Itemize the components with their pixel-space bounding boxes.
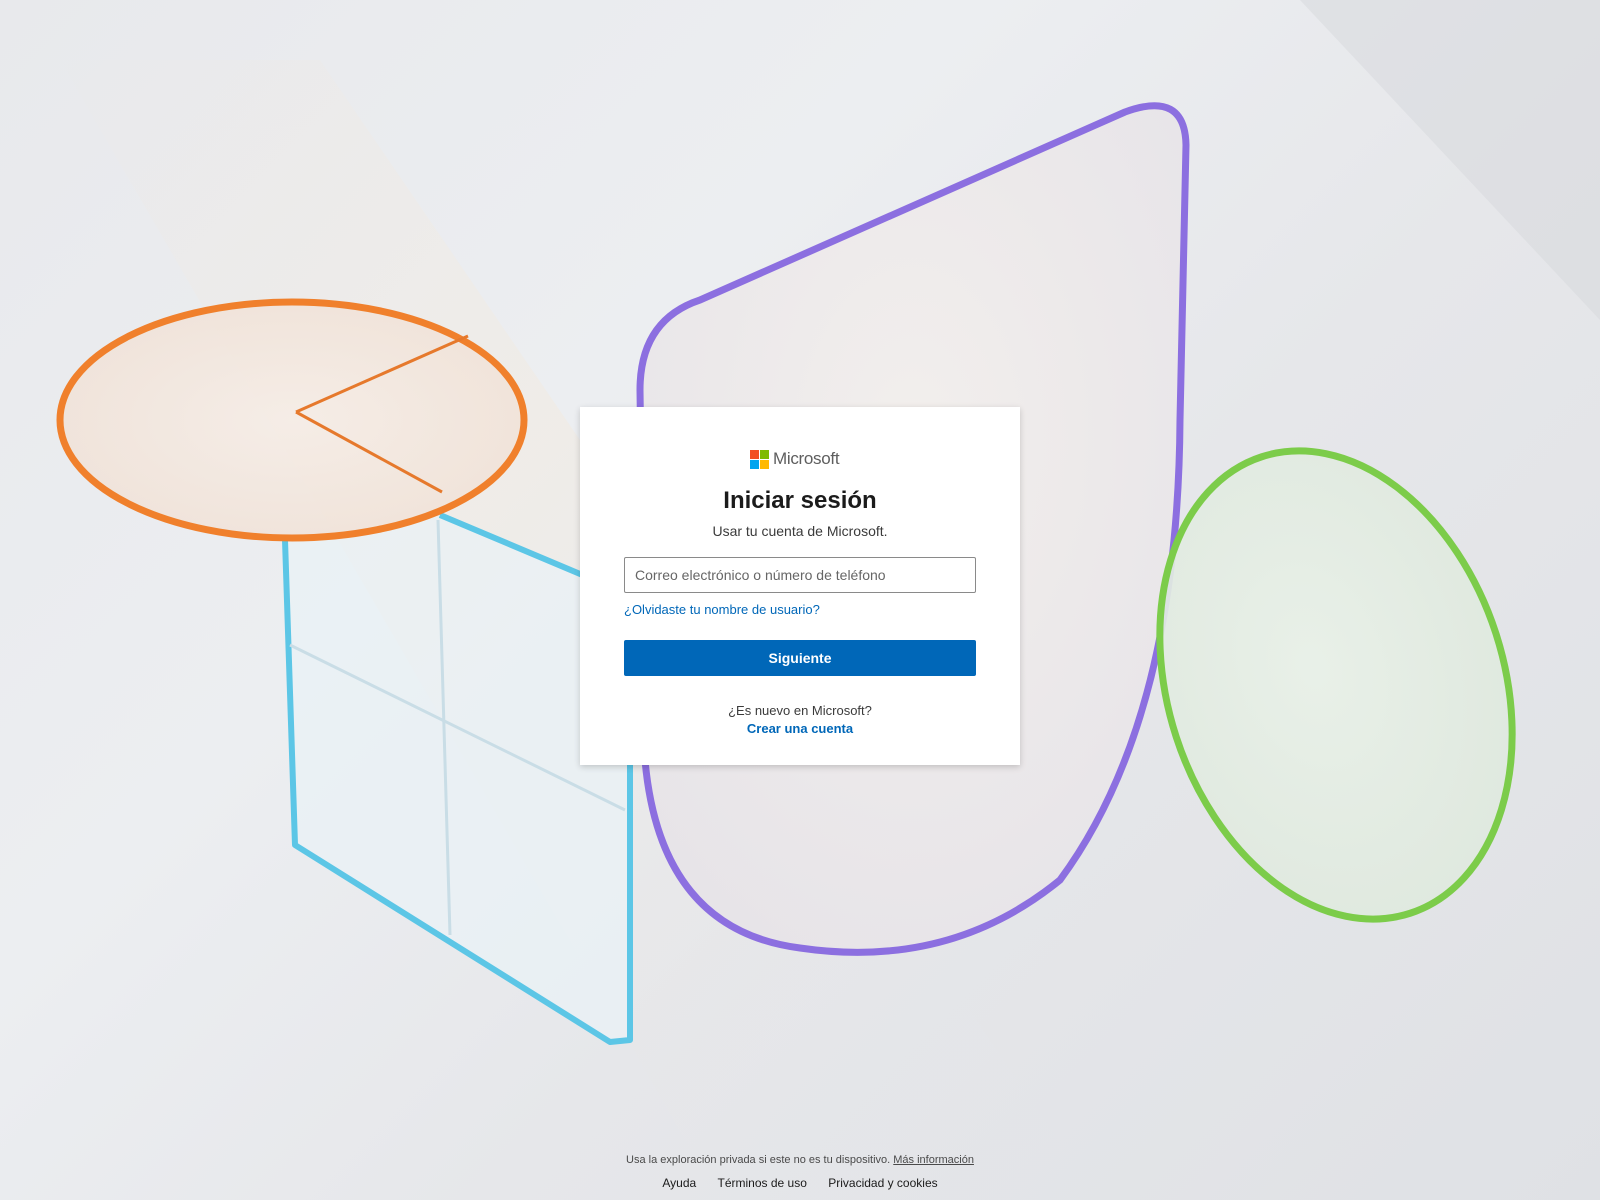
logo-square-blue (750, 459, 759, 469)
logo-square-yellow (760, 459, 769, 469)
forgot-username-link[interactable]: ¿Olvidaste tu nombre de usuario? (624, 602, 820, 617)
email-field[interactable] (624, 557, 976, 593)
new-account-prompt: ¿Es nuevo en Microsoft? (728, 703, 872, 718)
next-button[interactable]: Siguiente (624, 640, 976, 676)
blue-glass-panel (282, 512, 633, 1045)
logo-square-red (750, 449, 759, 459)
footer-link-help[interactable]: Ayuda (662, 1176, 696, 1190)
logo-text: Microsoft (773, 449, 840, 468)
private-browsing-text: Usa la exploración privada si este no es… (626, 1154, 891, 1166)
page-subtitle: Usar tu cuenta de Microsoft. (712, 523, 888, 539)
shadow-band (1300, 0, 1600, 320)
orange-pie-disc (56, 298, 528, 542)
footer-link-terms[interactable]: Términos de uso (718, 1176, 807, 1190)
logo-square-green (760, 449, 769, 459)
signin-card: Microsoft Iniciar sesión Usar tu cuenta … (580, 407, 1020, 765)
microsoft-logo-icon (750, 449, 769, 469)
footer-link-privacy[interactable]: Privacidad y cookies (828, 1176, 937, 1190)
footer-links: Ayuda Términos de uso Privacidad y cooki… (0, 1176, 1600, 1190)
private-browsing-note: Usa la exploración privada si este no es… (0, 1154, 1600, 1166)
microsoft-logo: Microsoft (750, 449, 840, 469)
page-title: Iniciar sesión (723, 487, 877, 514)
create-account-link[interactable]: Crear una cuenta (580, 721, 1020, 736)
more-info-link[interactable]: Más información (893, 1154, 974, 1166)
